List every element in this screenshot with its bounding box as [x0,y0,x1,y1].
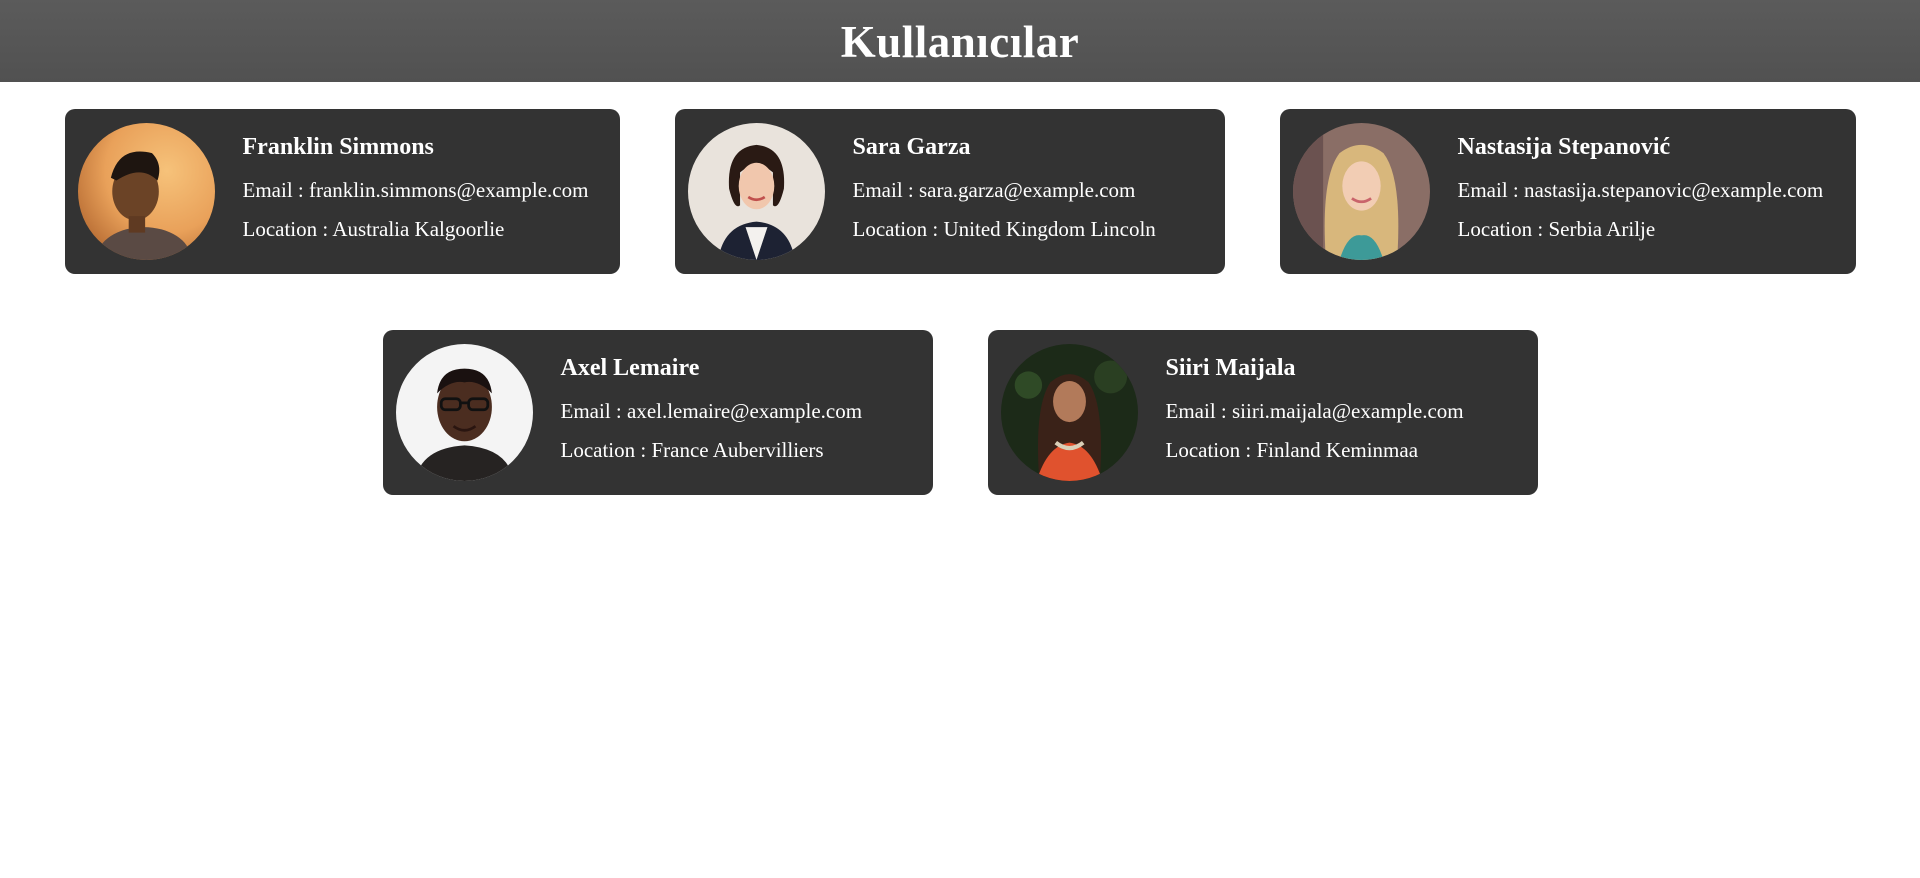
user-card[interactable]: Franklin Simmons Email : franklin.simmon… [64,109,620,274]
user-email[interactable]: Email : nastasija.stepanovic@example.com [1458,171,1824,210]
location-value: Serbia Arilje [1548,217,1656,241]
user-name: Siiri Maijala [1165,355,1296,381]
user-email[interactable]: Email : sara.garza@example.com [853,171,1156,210]
location-value: Finland Keminmaa [1256,438,1419,462]
email-label: Email : [1165,399,1232,423]
user-card-grid: Franklin Simmons Email : franklin.simmon… [0,82,1920,495]
email-value[interactable]: franklin.simmons@example.com [309,178,588,202]
user-email[interactable]: Email : siiri.maijala@example.com [1166,392,1464,431]
location-label: Location : [1165,438,1257,462]
email-value[interactable]: sara.garza@example.com [919,178,1135,202]
location-label: Location : [560,438,652,462]
user-location: Location : Australia Kalgoorlie [243,210,589,249]
email-value[interactable]: axel.lemaire@example.com [627,399,862,423]
email-value[interactable]: nastasija.stepanovic@example.com [1524,178,1823,202]
user-info: Siiri Maijala Email : siiri.maijala@exam… [1166,355,1464,470]
user-avatar [77,123,215,260]
location-value: Australia Kalgoorlie [332,217,505,241]
user-card[interactable]: Nastasija Stepanović Email : nastasija.s… [1279,109,1856,274]
user-location: Location : United Kingdom Lincoln [853,210,1156,249]
email-label: Email : [852,178,919,202]
user-location: Location : Serbia Arilje [1458,210,1824,249]
email-label: Email : [560,399,627,423]
user-info: Franklin Simmons Email : franklin.simmon… [243,134,589,249]
page-header: Kullanıcılar [0,0,1920,82]
page-title: Kullanıcılar [840,16,1080,67]
user-card[interactable]: Sara Garza Email : sara.garza@example.co… [674,109,1225,274]
user-card[interactable]: Axel Lemaire Email : axel.lemaire@exampl… [382,330,933,495]
user-avatar [1292,123,1430,260]
email-label: Email : [242,178,309,202]
location-label: Location : [242,217,333,241]
user-email[interactable]: Email : franklin.simmons@example.com [243,171,589,210]
user-name: Franklin Simmons [242,134,434,160]
user-location: Location : Finland Keminmaa [1166,431,1464,470]
location-label: Location : [852,217,944,241]
user-name: Axel Lemaire [560,355,700,381]
user-name: Nastasija Stepanović [1457,134,1671,160]
user-avatar [1000,344,1138,481]
location-value: United Kingdom Lincoln [943,217,1156,241]
user-avatar [687,123,825,260]
user-avatar [395,344,533,481]
user-info: Nastasija Stepanović Email : nastasija.s… [1458,134,1824,249]
user-info: Sara Garza Email : sara.garza@example.co… [853,134,1156,249]
user-card[interactable]: Siiri Maijala Email : siiri.maijala@exam… [987,330,1538,495]
user-info: Axel Lemaire Email : axel.lemaire@exampl… [561,355,863,470]
location-label: Location : [1457,217,1549,241]
email-value[interactable]: siiri.maijala@example.com [1232,399,1464,423]
user-name: Sara Garza [852,134,971,160]
user-email[interactable]: Email : axel.lemaire@example.com [561,392,863,431]
user-location: Location : France Aubervilliers [561,431,863,470]
email-label: Email : [1457,178,1524,202]
location-value: France Aubervilliers [651,438,824,462]
